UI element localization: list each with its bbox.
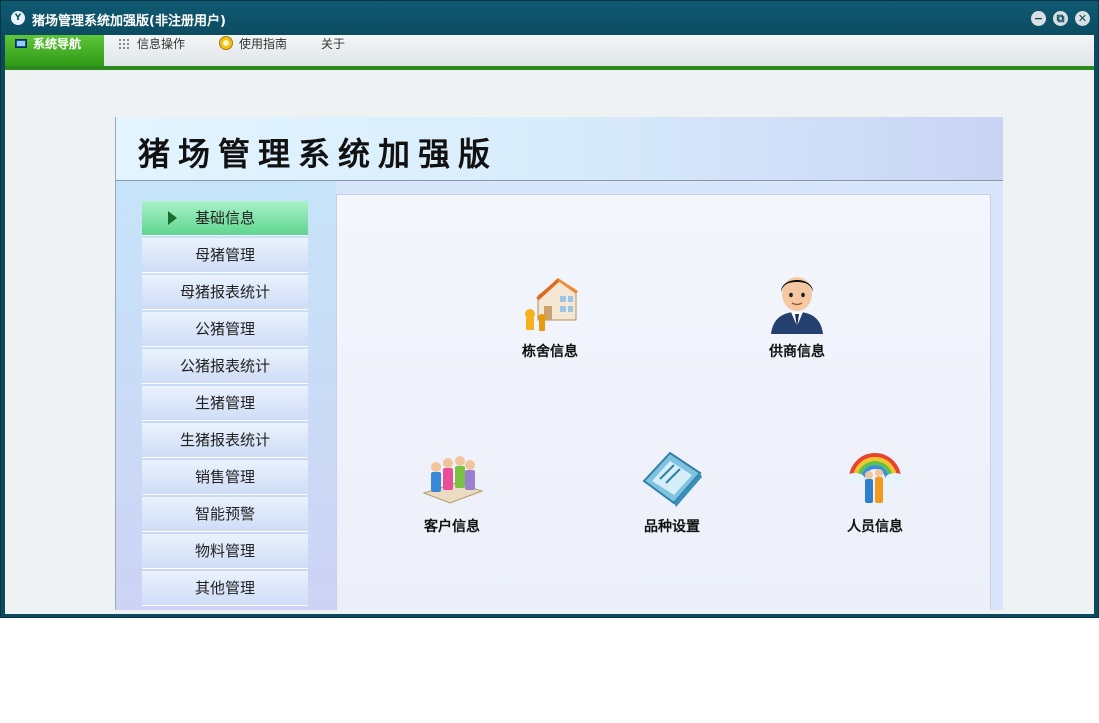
grid-icon bbox=[119, 39, 129, 49]
businessman-icon bbox=[771, 277, 823, 334]
sidebar: 基础信息 母猪管理 母猪报表统计 公猪管理 公猪报表统计 生猪管理 生猪报表统计… bbox=[116, 181, 336, 610]
minimize-button[interactable]: − bbox=[1031, 11, 1046, 26]
navigation-panel: 猪场管理系统加强版 基础信息 母猪管理 母猪报表统计 公猪管理 公猪报表统计 生… bbox=[115, 117, 1003, 610]
rainbow-people-icon bbox=[845, 453, 905, 503]
tile-label: 人员信息 bbox=[847, 519, 903, 535]
menu-about[interactable]: 关于 bbox=[311, 35, 365, 66]
sidebar-item-sales-management[interactable]: 销售管理 bbox=[142, 460, 308, 495]
monitor-icon bbox=[15, 39, 27, 48]
sidebar-item-label: 母猪管理 bbox=[194, 246, 255, 264]
tile-breed-settings[interactable]: 品种设置 bbox=[612, 445, 732, 545]
tile-label: 客户信息 bbox=[424, 519, 480, 535]
sidebar-item-boar-management[interactable]: 公猪管理 bbox=[142, 312, 308, 347]
menu-system-nav[interactable]: 系统导航 bbox=[5, 35, 104, 66]
sidebar-item-label: 生猪报表统计 bbox=[179, 431, 270, 449]
sidebar-item-label: 其他管理 bbox=[194, 579, 255, 597]
book-icon bbox=[642, 451, 702, 507]
building-icon bbox=[525, 278, 578, 331]
sidebar-item-label: 销售管理 bbox=[194, 468, 255, 486]
main-area: 栋舍信息 供商信息 客户信息 品种设置 人员信息 bbox=[336, 194, 991, 610]
close-button[interactable]: ✕ bbox=[1075, 11, 1090, 26]
sidebar-item-basic-info[interactable]: 基础信息 bbox=[142, 201, 308, 236]
tile-customer-info[interactable]: 客户信息 bbox=[392, 445, 512, 545]
sidebar-item-label: 公猪管理 bbox=[194, 320, 255, 338]
sidebar-item-hog-reports[interactable]: 生猪报表统计 bbox=[142, 423, 308, 458]
sidebar-item-boar-reports[interactable]: 公猪报表统计 bbox=[142, 349, 308, 384]
menu-info-ops[interactable]: 信息操作 bbox=[109, 35, 205, 66]
menu-label: 关于 bbox=[321, 37, 346, 51]
app-window: Y 猪场管理系统加强版(非注册用户) − ⧉ ✕ 系统导航 信息操作 使用指南 … bbox=[0, 0, 1099, 618]
sidebar-item-label: 母猪报表统计 bbox=[179, 283, 270, 301]
sidebar-item-label: 生猪管理 bbox=[194, 394, 255, 412]
banner-title: 猪场管理系统加强版 bbox=[138, 135, 499, 173]
tile-personnel-info[interactable]: 人员信息 bbox=[815, 445, 935, 545]
sidebar-item-label: 智能预警 bbox=[194, 505, 255, 523]
play-arrow-icon bbox=[168, 211, 177, 225]
sidebar-item-other-management[interactable]: 其他管理 bbox=[142, 571, 308, 606]
tile-building-info[interactable]: 栋舍信息 bbox=[490, 270, 610, 370]
sidebar-item-hog-management[interactable]: 生猪管理 bbox=[142, 386, 308, 421]
sidebar-item-label: 公猪报表统计 bbox=[179, 357, 270, 375]
title-bar[interactable]: Y 猪场管理系统加强版(非注册用户) − ⧉ ✕ bbox=[1, 1, 1098, 35]
sidebar-item-material-management[interactable]: 物料管理 bbox=[142, 534, 308, 569]
menu-label: 信息操作 bbox=[137, 37, 186, 51]
tile-label: 品种设置 bbox=[644, 519, 700, 535]
menu-label: 使用指南 bbox=[239, 37, 288, 51]
menu-user-guide[interactable]: 使用指南 bbox=[209, 35, 311, 66]
banner: 猪场管理系统加强版 bbox=[116, 117, 1003, 181]
window-title: 猪场管理系统加强版(非注册用户) bbox=[32, 14, 226, 29]
customer-group-icon bbox=[422, 456, 484, 504]
tile-label: 栋舍信息 bbox=[522, 344, 578, 360]
tile-supplier-info[interactable]: 供商信息 bbox=[737, 270, 857, 370]
tile-label: 供商信息 bbox=[769, 344, 825, 360]
sidebar-item-label: 基础信息 bbox=[194, 209, 255, 227]
sidebar-item-smart-alerts[interactable]: 智能预警 bbox=[142, 497, 308, 532]
sidebar-item-label: 物料管理 bbox=[194, 542, 255, 560]
sidebar-item-sow-management[interactable]: 母猪管理 bbox=[142, 238, 308, 273]
restore-button[interactable]: ⧉ bbox=[1053, 11, 1068, 26]
menu-bar: 系统导航 信息操作 使用指南 关于 bbox=[5, 35, 1094, 66]
help-circle-icon bbox=[219, 36, 233, 50]
menu-label: 系统导航 bbox=[33, 37, 82, 51]
app-logo-icon: Y bbox=[11, 11, 25, 25]
sidebar-item-sow-reports[interactable]: 母猪报表统计 bbox=[142, 275, 308, 310]
